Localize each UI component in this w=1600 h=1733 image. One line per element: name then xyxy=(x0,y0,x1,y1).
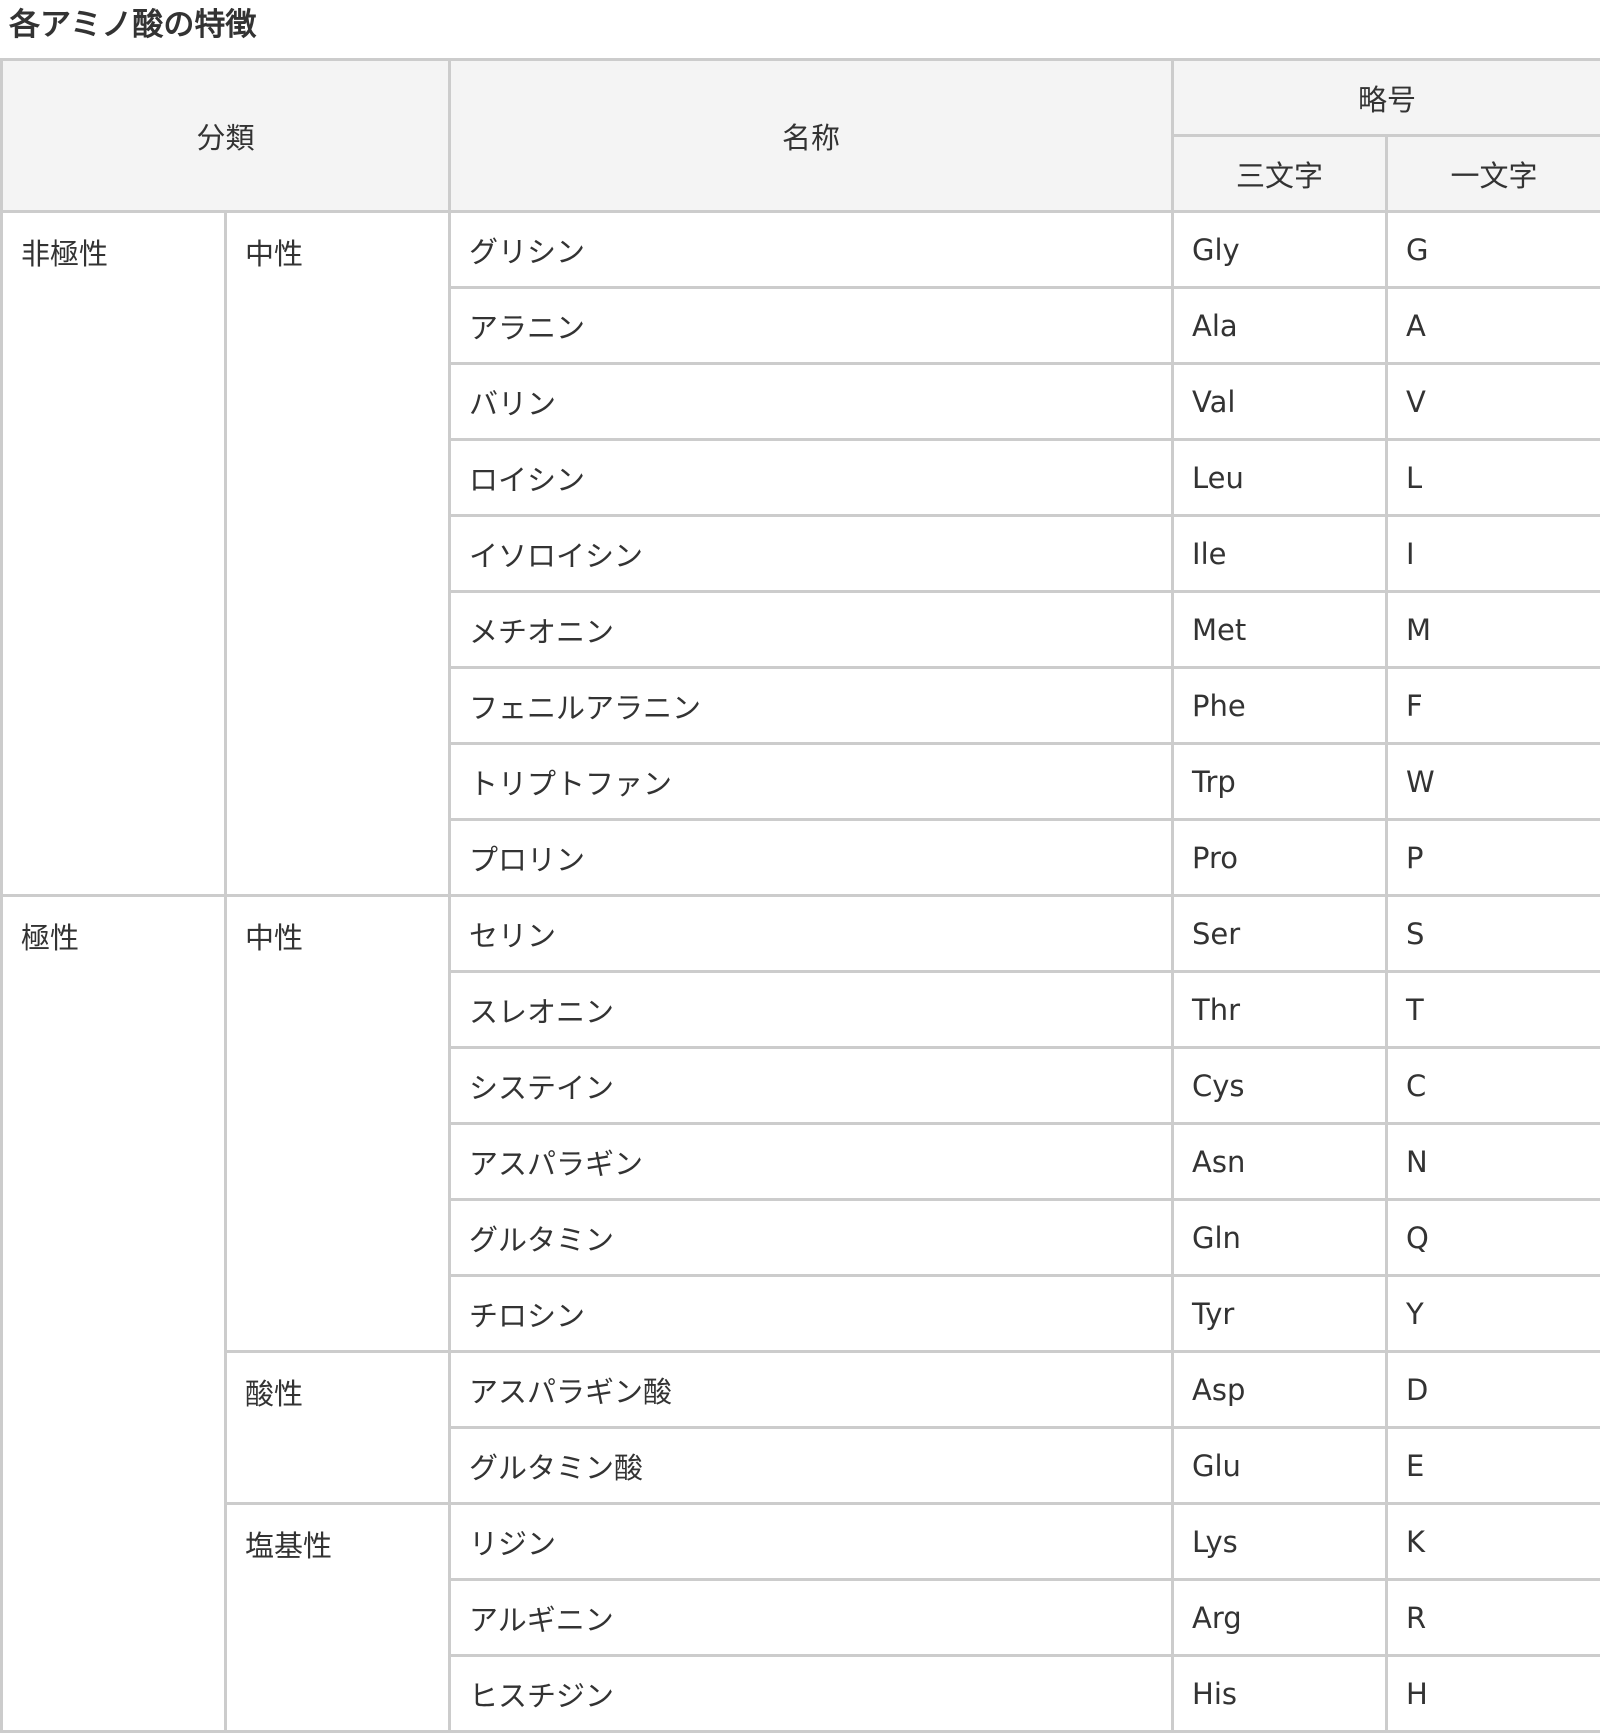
three-letter-cell: Asn xyxy=(1173,1124,1387,1200)
three-letter-cell: Cys xyxy=(1173,1048,1387,1124)
three-letter-cell: Tyr xyxy=(1173,1276,1387,1352)
one-letter-cell: T xyxy=(1387,972,1600,1048)
header-row: 分類 名称 略号 xyxy=(2,60,1600,136)
one-letter-cell: L xyxy=(1387,440,1600,516)
name-cell: バリン xyxy=(450,364,1173,440)
table-header: 分類 名称 略号 三文字 一文字 xyxy=(2,60,1600,212)
charge-cell: 中性 xyxy=(226,212,450,896)
name-cell: スレオニン xyxy=(450,972,1173,1048)
one-letter-cell: Q xyxy=(1387,1200,1600,1276)
three-letter-cell: Val xyxy=(1173,364,1387,440)
one-letter-cell: A xyxy=(1387,288,1600,364)
table-row: 酸性アスパラギン酸AspD xyxy=(2,1352,1600,1428)
three-letter-cell: Met xyxy=(1173,592,1387,668)
name-cell: トリプトファン xyxy=(450,744,1173,820)
one-letter-cell: E xyxy=(1387,1428,1600,1504)
three-letter-cell: Pro xyxy=(1173,820,1387,896)
name-cell: メチオニン xyxy=(450,592,1173,668)
three-letter-cell: Thr xyxy=(1173,972,1387,1048)
table-row: 塩基性リジンLysK xyxy=(2,1504,1600,1580)
polarity-cell: 極性 xyxy=(2,896,226,1732)
one-letter-cell: P xyxy=(1387,820,1600,896)
name-cell: グリシン xyxy=(450,212,1173,288)
three-letter-cell: Gly xyxy=(1173,212,1387,288)
name-cell: グルタミン xyxy=(450,1200,1173,1276)
one-letter-cell: C xyxy=(1387,1048,1600,1124)
one-letter-cell: H xyxy=(1387,1656,1600,1732)
table-body: 非極性中性グリシンGlyGアラニンAlaAバリンValVロイシンLeuLイソロイ… xyxy=(2,212,1600,1732)
header-classification: 分類 xyxy=(2,60,450,212)
three-letter-cell: Ser xyxy=(1173,896,1387,972)
name-cell: フェニルアラニン xyxy=(450,668,1173,744)
three-letter-cell: Leu xyxy=(1173,440,1387,516)
one-letter-cell: F xyxy=(1387,668,1600,744)
three-letter-cell: His xyxy=(1173,1656,1387,1732)
three-letter-cell: Ile xyxy=(1173,516,1387,592)
polarity-cell: 非極性 xyxy=(2,212,226,896)
name-cell: アルギニン xyxy=(450,1580,1173,1656)
header-abbreviation: 略号 xyxy=(1173,60,1600,136)
name-cell: システイン xyxy=(450,1048,1173,1124)
name-cell: アスパラギン酸 xyxy=(450,1352,1173,1428)
charge-cell: 中性 xyxy=(226,896,450,1352)
one-letter-cell: V xyxy=(1387,364,1600,440)
three-letter-cell: Gln xyxy=(1173,1200,1387,1276)
page-title: 各アミノ酸の特徴 xyxy=(0,0,1600,58)
name-cell: セリン xyxy=(450,896,1173,972)
three-letter-cell: Ala xyxy=(1173,288,1387,364)
header-name: 名称 xyxy=(450,60,1173,212)
name-cell: アスパラギン xyxy=(450,1124,1173,1200)
one-letter-cell: G xyxy=(1387,212,1600,288)
one-letter-cell: R xyxy=(1387,1580,1600,1656)
header-three-letter: 三文字 xyxy=(1173,136,1387,212)
one-letter-cell: Y xyxy=(1387,1276,1600,1352)
name-cell: チロシン xyxy=(450,1276,1173,1352)
one-letter-cell: I xyxy=(1387,516,1600,592)
three-letter-cell: Trp xyxy=(1173,744,1387,820)
one-letter-cell: M xyxy=(1387,592,1600,668)
charge-cell: 塩基性 xyxy=(226,1504,450,1732)
three-letter-cell: Phe xyxy=(1173,668,1387,744)
one-letter-cell: N xyxy=(1387,1124,1600,1200)
name-cell: グルタミン酸 xyxy=(450,1428,1173,1504)
three-letter-cell: Glu xyxy=(1173,1428,1387,1504)
amino-acid-table: 分類 名称 略号 三文字 一文字 非極性中性グリシンGlyGアラニンAlaAバリ… xyxy=(0,58,1600,1733)
table-row: 非極性中性グリシンGlyG xyxy=(2,212,1600,288)
one-letter-cell: S xyxy=(1387,896,1600,972)
one-letter-cell: W xyxy=(1387,744,1600,820)
name-cell: リジン xyxy=(450,1504,1173,1580)
name-cell: プロリン xyxy=(450,820,1173,896)
name-cell: ヒスチジン xyxy=(450,1656,1173,1732)
three-letter-cell: Lys xyxy=(1173,1504,1387,1580)
three-letter-cell: Asp xyxy=(1173,1352,1387,1428)
one-letter-cell: D xyxy=(1387,1352,1600,1428)
header-one-letter: 一文字 xyxy=(1387,136,1600,212)
one-letter-cell: K xyxy=(1387,1504,1600,1580)
name-cell: アラニン xyxy=(450,288,1173,364)
charge-cell: 酸性 xyxy=(226,1352,450,1504)
three-letter-cell: Arg xyxy=(1173,1580,1387,1656)
name-cell: ロイシン xyxy=(450,440,1173,516)
table-row: 極性中性セリンSerS xyxy=(2,896,1600,972)
name-cell: イソロイシン xyxy=(450,516,1173,592)
